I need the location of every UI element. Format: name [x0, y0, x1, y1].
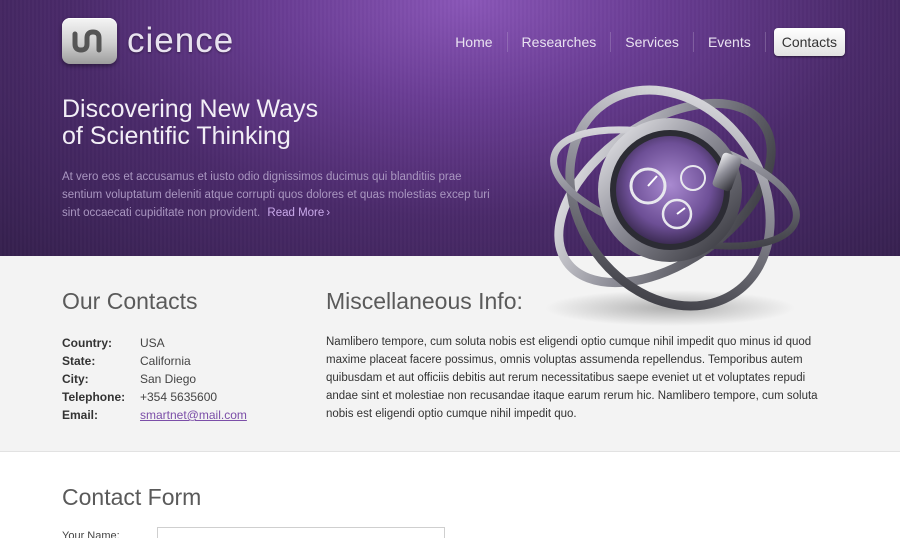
- hero-heading-line1: Discovering New Ways: [62, 95, 319, 123]
- contact-value: +354 5635600: [140, 390, 218, 404]
- contact-label: Email:: [62, 408, 99, 422]
- name-input[interactable]: [157, 527, 445, 538]
- contact-label: Telephone:: [62, 390, 126, 404]
- nav-item-home[interactable]: Home: [441, 28, 506, 56]
- contact-row-city: City: San Diego: [62, 370, 247, 388]
- contacts-heading: Our Contacts: [62, 288, 198, 314]
- contact-value: San Diego: [140, 372, 197, 386]
- contact-row-telephone: Telephone: +354 5635600: [62, 388, 247, 406]
- name-field-label: Your Name:: [62, 530, 120, 538]
- nav-item-researches[interactable]: Researches: [508, 28, 611, 56]
- read-more-label: Read More: [267, 207, 325, 219]
- email-link[interactable]: smartnet@mail.com: [140, 408, 247, 422]
- main-nav: Home Researches Services Events Contacts: [441, 28, 845, 56]
- read-more-link[interactable]: Read More ›: [267, 207, 330, 219]
- nav-item-contacts[interactable]: Contacts: [773, 28, 845, 56]
- logo[interactable]: cience: [62, 18, 234, 64]
- nav-item-events[interactable]: Events: [694, 28, 765, 56]
- misc-text: Namlibero tempore, cum soluta nobis est …: [326, 336, 818, 420]
- contact-row-country: Country: USA: [62, 334, 247, 352]
- contact-row-state: State: California: [62, 352, 247, 370]
- contact-form-heading: Contact Form: [62, 484, 202, 510]
- contact-row-email: Email: smartnet@mail.com: [62, 406, 247, 424]
- contact-label: State:: [62, 354, 96, 368]
- nav-item-services[interactable]: Services: [611, 28, 693, 56]
- contact-label: Country:: [62, 336, 112, 350]
- hero-heading: Discovering New Ways of Scientific Think…: [62, 96, 318, 150]
- contacts-list: Country: USA State: California City: San…: [62, 334, 247, 424]
- logo-badge-icon: [62, 18, 117, 64]
- hero-heading-line2: of Scientific Thinking: [62, 122, 291, 150]
- chevron-right-icon: ›: [326, 207, 331, 219]
- contact-value: USA: [140, 336, 165, 350]
- hero-description: At vero eos et accusamus et iusto odio d…: [62, 168, 492, 222]
- logo-text: cience: [127, 21, 235, 60]
- contact-value: California: [140, 354, 191, 368]
- misc-heading: Miscellaneous Info:: [326, 288, 523, 314]
- gyroscope-illustration: [545, 85, 800, 326]
- contact-label: City:: [62, 372, 89, 386]
- nav-divider: [764, 32, 766, 52]
